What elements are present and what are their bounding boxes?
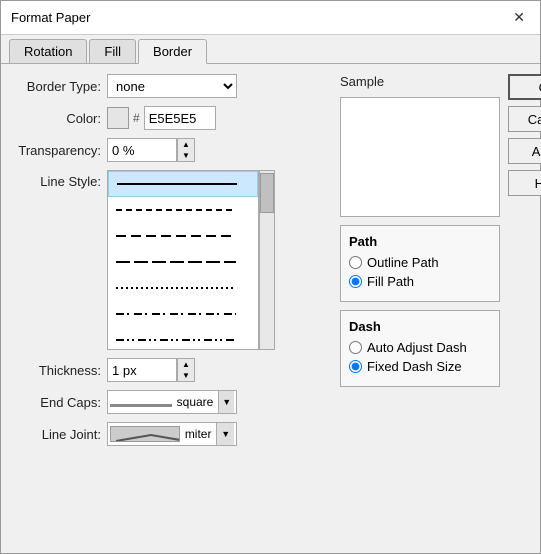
line-style-section: Line Style: (11, 170, 330, 350)
line-joint-label: Line Joint: (11, 427, 101, 442)
line-joint-svg (111, 427, 180, 442)
color-label: Color: (11, 111, 101, 126)
end-caps-row: End Caps: square ▼ (11, 390, 330, 414)
line-style-list[interactable] (107, 170, 259, 350)
line-joint-dropdown-arrow[interactable]: ▼ (216, 423, 234, 445)
dialog-title: Format Paper (11, 10, 90, 25)
fixed-dash-row: Fixed Dash Size (349, 359, 491, 374)
line-style-long-dash[interactable] (108, 249, 258, 275)
sample-box (340, 97, 500, 217)
thickness-input[interactable]: 1 px (107, 358, 177, 382)
thickness-down-btn[interactable]: ▼ (178, 370, 194, 381)
dash-section: Dash Auto Adjust Dash Fixed Dash Size (340, 310, 500, 387)
button-column: OK Cancel Apply Help (508, 74, 541, 196)
thickness-spinner: 1 px ▲ ▼ (107, 358, 195, 382)
color-row: Color: # E5E5E5 (11, 106, 330, 130)
dashed-sm-preview (116, 209, 236, 211)
format-paper-dialog: Format Paper ✕ Rotation Fill Border Bord… (0, 0, 541, 554)
transparency-down-btn[interactable]: ▼ (178, 150, 194, 161)
long-dash-preview (116, 261, 236, 263)
sample-area: Sample (340, 74, 500, 217)
line-style-solid[interactable] (108, 171, 258, 197)
end-caps-label-text: square (175, 395, 216, 409)
cancel-button[interactable]: Cancel (508, 106, 541, 132)
thickness-spinner-btns: ▲ ▼ (177, 358, 195, 382)
content-area: Border Type: none Color: # E5E5E5 Transp… (1, 64, 540, 553)
line-style-dotted[interactable] (108, 275, 258, 301)
outline-path-label[interactable]: Outline Path (367, 255, 439, 270)
line-style-dash-dot[interactable] (108, 301, 258, 327)
apply-button[interactable]: Apply (508, 138, 541, 164)
transparency-label: Transparency: (11, 143, 101, 158)
outline-path-row: Outline Path (349, 255, 491, 270)
help-button[interactable]: Help (508, 170, 541, 196)
thickness-label: Thickness: (11, 363, 101, 378)
color-hex-input[interactable]: E5E5E5 (144, 106, 216, 130)
transparency-spinner: 0 % ▲ ▼ (107, 138, 195, 162)
fill-path-label[interactable]: Fill Path (367, 274, 414, 289)
line-joint-select[interactable]: miter ▼ (107, 422, 237, 446)
thickness-up-btn[interactable]: ▲ (178, 359, 194, 370)
transparency-row: Transparency: 0 % ▲ ▼ (11, 138, 330, 162)
end-caps-dropdown-arrow[interactable]: ▼ (218, 391, 234, 413)
solid-preview (117, 183, 237, 185)
line-style-dashed-md[interactable] (108, 223, 258, 249)
right-area: Sample OK Cancel Apply Help Path Outline… (340, 74, 530, 543)
tab-fill[interactable]: Fill (89, 39, 136, 63)
border-type-select[interactable]: none (107, 74, 237, 98)
transparency-input[interactable]: 0 % (107, 138, 177, 162)
thickness-row: Thickness: 1 px ▲ ▼ (11, 358, 330, 382)
dash-title: Dash (349, 319, 491, 334)
dotted-preview (116, 287, 236, 289)
sample-btn-row: Sample OK Cancel Apply Help (340, 74, 530, 217)
auto-adjust-dash-row: Auto Adjust Dash (349, 340, 491, 355)
line-style-scrollbar[interactable] (259, 170, 275, 350)
line-joint-row: Line Joint: miter ▼ (11, 422, 330, 446)
tab-bar: Rotation Fill Border (1, 35, 540, 64)
color-swatch[interactable] (107, 107, 129, 129)
fill-path-row: Fill Path (349, 274, 491, 289)
path-title: Path (349, 234, 491, 249)
left-panel: Border Type: none Color: # E5E5E5 Transp… (11, 74, 330, 543)
transparency-spinner-btns: ▲ ▼ (177, 138, 195, 162)
line-style-label: Line Style: (11, 170, 101, 189)
outline-path-radio[interactable] (349, 256, 362, 269)
dashed-md-preview (116, 235, 236, 237)
fixed-dash-radio[interactable] (349, 360, 362, 373)
sample-label: Sample (340, 74, 500, 89)
tab-rotation[interactable]: Rotation (9, 39, 87, 63)
color-swatch-row: # E5E5E5 (107, 106, 216, 130)
title-bar: Format Paper ✕ (1, 1, 540, 35)
border-type-label: Border Type: (11, 79, 101, 94)
scrollbar-thumb (260, 173, 274, 213)
close-button[interactable]: ✕ (508, 7, 530, 28)
dash-dot-dot-preview (116, 339, 236, 341)
line-style-dash-dot-dot[interactable] (108, 327, 258, 350)
end-caps-icon-preview (110, 404, 172, 407)
fill-path-radio[interactable] (349, 275, 362, 288)
auto-adjust-dash-label[interactable]: Auto Adjust Dash (367, 340, 467, 355)
tab-border[interactable]: Border (138, 39, 207, 64)
transparency-up-btn[interactable]: ▲ (178, 139, 194, 150)
border-type-row: Border Type: none (11, 74, 330, 98)
path-section: Path Outline Path Fill Path (340, 225, 500, 302)
line-style-wrapper (107, 170, 275, 350)
line-joint-label-text: miter (183, 427, 214, 441)
line-style-dashed-sm[interactable] (108, 197, 258, 223)
fixed-dash-label[interactable]: Fixed Dash Size (367, 359, 462, 374)
auto-adjust-dash-radio[interactable] (349, 341, 362, 354)
color-hash: # (133, 111, 140, 125)
end-caps-label: End Caps: (11, 395, 101, 410)
dash-dot-preview (116, 313, 236, 315)
end-caps-select[interactable]: square ▼ (107, 390, 237, 414)
ok-button[interactable]: OK (508, 74, 541, 100)
line-joint-icon-preview (110, 426, 180, 442)
